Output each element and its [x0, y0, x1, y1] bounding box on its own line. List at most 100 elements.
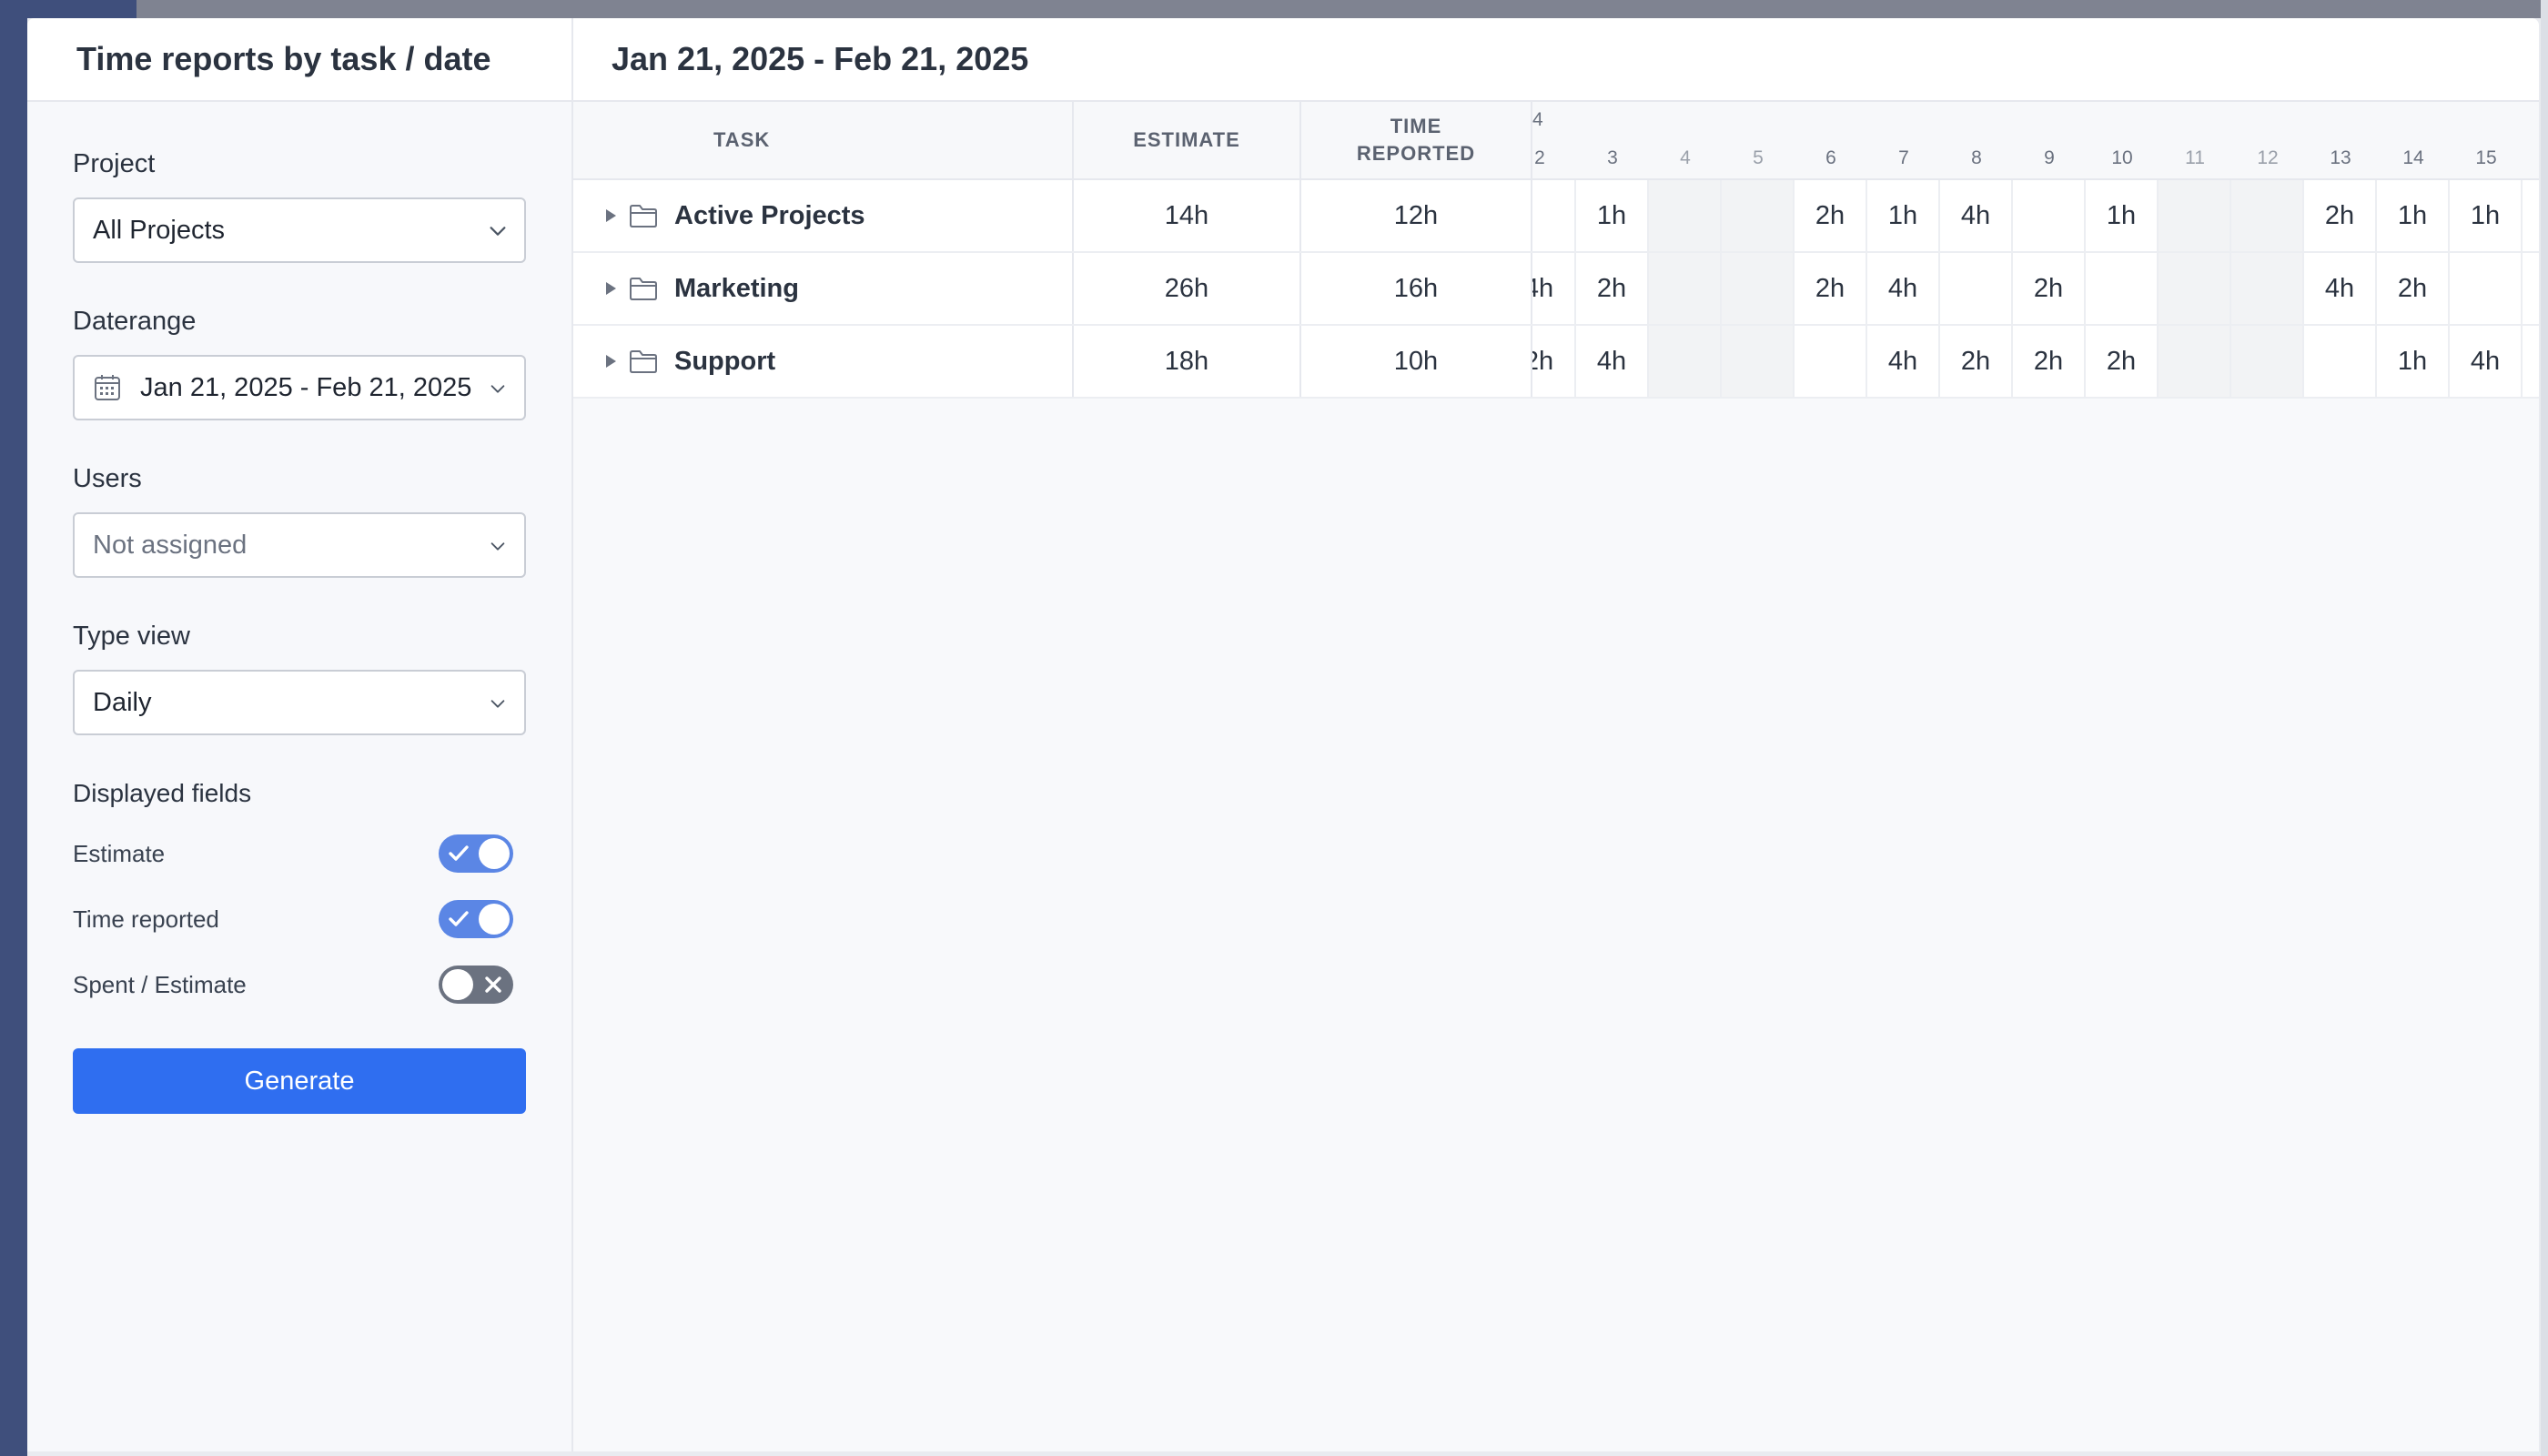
- day-cell-10: [2086, 253, 2159, 324]
- calendar-icon: [95, 375, 120, 400]
- day-header-9: 9: [2044, 147, 2055, 168]
- check-icon: [449, 845, 469, 861]
- expand-caret-icon[interactable]: [606, 209, 616, 222]
- day-cell-14: 2h: [2377, 253, 2450, 324]
- day-header-15: 15: [2475, 147, 2497, 168]
- generate-button[interactable]: Generate: [73, 1048, 526, 1114]
- day-cell-8: 2h: [1940, 326, 2013, 397]
- header-line: REPORTED: [1356, 142, 1476, 165]
- toggle-knob: [442, 969, 473, 1000]
- users-select[interactable]: Not assigned: [73, 512, 526, 578]
- project-label: Project: [73, 149, 156, 178]
- report-range-title: Jan 21, 2025 - Feb 21, 2025: [612, 40, 1029, 77]
- report-header: Jan 21, 2025 - Feb 21, 2025: [573, 18, 2539, 102]
- day-header-11: 11: [2185, 147, 2205, 168]
- day-cell-15: [2450, 253, 2523, 324]
- window-frame-right: [2541, 0, 2548, 1456]
- table-row: Marketing26h16h4h2h2h4h2h4h2h: [573, 253, 2539, 326]
- window-frame-top: [27, 0, 2548, 18]
- day-cell-14: 1h: [2377, 326, 2450, 397]
- folder-icon: [630, 278, 657, 300]
- close-icon: [485, 976, 501, 993]
- users-label: Users: [73, 464, 142, 493]
- expand-caret-icon[interactable]: [606, 282, 616, 295]
- day-cell-4: [1649, 180, 1722, 251]
- day-cell-12: [2231, 326, 2304, 397]
- table-row: Support18h10h2h4h4h2h2h2h1h4h: [573, 326, 2539, 399]
- type-view-select[interactable]: Daily: [73, 670, 526, 735]
- day-cell-3: 1h: [1576, 180, 1649, 251]
- spent-estimate-toggle[interactable]: [439, 966, 513, 1004]
- day-cell-7: 1h: [1867, 180, 1940, 251]
- day-cell-7: 4h: [1867, 326, 1940, 397]
- type-view-value: Daily: [93, 687, 152, 717]
- task-cell: Support: [573, 326, 1074, 397]
- table-row: Active Projects 14h 12h 1h 2h 1h 4h 1h 2h 1h 1h: [573, 180, 2539, 253]
- day-headers: 4 2 3 4 5 6 7 8 9 10 11 12 13 14 15: [1532, 102, 2539, 178]
- day-cell-6: [1795, 326, 1867, 397]
- day-cell-4: [1649, 326, 1722, 397]
- estimate-toggle-row: Estimate: [73, 834, 513, 874]
- time-reported-toggle[interactable]: [439, 900, 513, 938]
- task-tree-node[interactable]: Marketing: [573, 253, 1072, 324]
- task-column-header: TASK: [573, 102, 1074, 178]
- time-reported-value: 16h: [1393, 273, 1439, 303]
- toggle-knob: [479, 904, 510, 935]
- day-header-6: 6: [1825, 147, 1836, 168]
- time-reported-cell: 10h: [1301, 326, 1532, 397]
- daterange-value: Jan 21, 2025 - Feb 21, 2025: [140, 372, 472, 402]
- task-cell: Active Projects: [573, 180, 1074, 251]
- day-cell-partial: 4h: [1532, 253, 1576, 324]
- project-select[interactable]: All Projects: [73, 197, 526, 263]
- time-reported-value: 12h: [1393, 200, 1439, 230]
- day-cell-8: [1940, 253, 2013, 324]
- daterange-picker[interactable]: Jan 21, 2025 - Feb 21, 2025: [73, 355, 526, 420]
- estimate-value: 26h: [1164, 273, 1209, 303]
- task-tree-node[interactable]: Active Projects: [573, 180, 1072, 251]
- time-reported-cell: 12h: [1301, 180, 1532, 251]
- task-name: Support: [674, 346, 776, 376]
- folder-icon: [630, 350, 657, 373]
- day-header-14: 14: [2402, 147, 2424, 168]
- estimate-toggle-label: Estimate: [73, 839, 166, 867]
- sidebar-title: Time reports by task / date: [76, 40, 491, 77]
- day-header-12: 12: [2257, 147, 2279, 168]
- day-header-partial: 2: [1534, 147, 1545, 168]
- time-reported-column-header[interactable]: TIME REPORTED: [1301, 102, 1532, 178]
- day-header-5: 5: [1753, 147, 1764, 168]
- day-cell-5: [1722, 180, 1795, 251]
- time-reported-toggle-label: Time reported: [73, 905, 219, 933]
- day-cell-9: 2h: [2013, 253, 2086, 324]
- day-cell-partial: 2h: [1532, 326, 1576, 397]
- estimate-column-header[interactable]: ESTIMATE: [1074, 102, 1301, 178]
- chevron-down-icon: [490, 700, 505, 708]
- time-reported-header-label: TIME REPORTED: [1301, 102, 1531, 178]
- check-icon: [449, 911, 469, 926]
- day-header-3: 3: [1607, 147, 1618, 168]
- estimate-value: 14h: [1164, 200, 1209, 230]
- estimate-cell: 14h: [1074, 180, 1301, 251]
- time-reported-cell: 16h: [1301, 253, 1532, 324]
- project-select-value: All Projects: [93, 215, 226, 245]
- day-header-13: 13: [2330, 147, 2351, 168]
- day-cell-13: 2h: [2304, 180, 2377, 251]
- filters-sidebar: Time reports by task / date Project All …: [27, 18, 573, 1451]
- time-reported-toggle-row: Time reported: [73, 899, 513, 939]
- day-cell-15: 4h: [2450, 326, 2523, 397]
- time-reported-value: 10h: [1393, 346, 1439, 376]
- day-cell-partial: [1532, 180, 1576, 251]
- table-header: TASK ESTIMATE TIME REPORTED 4 2 34567891…: [573, 102, 2539, 180]
- spent-estimate-toggle-row: Spent / Estimate: [73, 965, 513, 1005]
- task-tree-node[interactable]: Support: [573, 326, 1072, 397]
- estimate-toggle[interactable]: [439, 834, 513, 873]
- day-cell-15: 1h: [2450, 180, 2523, 251]
- expand-caret-icon[interactable]: [606, 355, 616, 368]
- day-cell-13: 4h: [2304, 253, 2377, 324]
- type-view-label: Type view: [73, 622, 190, 651]
- filters-form: Project All Projects Daterange Jan 21, 2…: [27, 149, 571, 1114]
- report-table: TASK ESTIMATE TIME REPORTED 4 2 34567891…: [573, 102, 2539, 399]
- folder-icon: [630, 205, 657, 228]
- day-header-10: 10: [2111, 147, 2133, 168]
- daterange-label: Daterange: [73, 307, 197, 336]
- day-cell-9: 2h: [2013, 326, 2086, 397]
